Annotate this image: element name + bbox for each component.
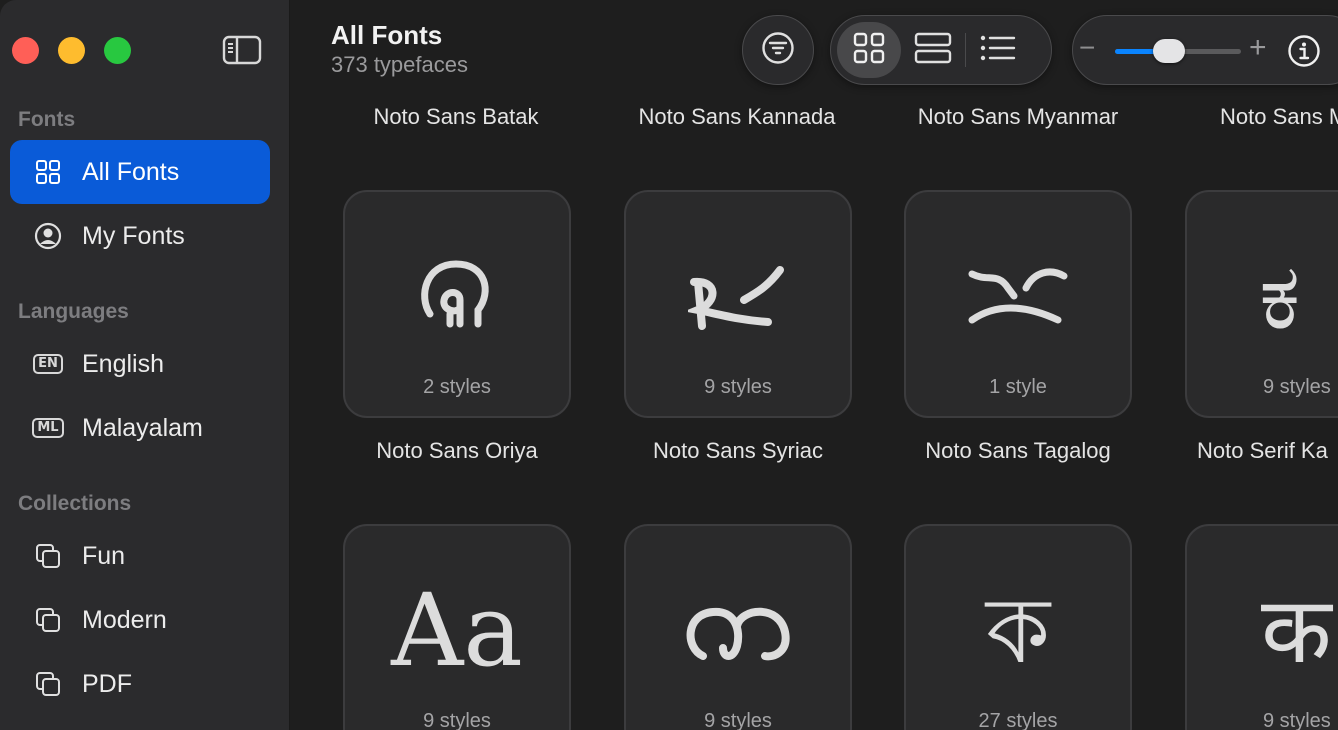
style-count: 2 styles xyxy=(423,376,491,398)
font-card-devanagari[interactable]: क 9 styles xyxy=(1185,524,1338,730)
person-circle-icon xyxy=(32,220,64,252)
style-count: 9 styles xyxy=(704,710,772,730)
font-preview-glyph xyxy=(626,242,850,352)
sidebar-item-label: Malayalam xyxy=(82,413,203,442)
typeface-count: 373 typefaces xyxy=(331,52,468,77)
font-card-malayalam[interactable]: 9 styles xyxy=(624,524,852,730)
style-count: 27 styles xyxy=(978,710,1058,730)
style-count: 9 styles xyxy=(423,710,491,730)
minimize-window-button[interactable] xyxy=(58,37,85,64)
font-name-label: Noto Sans M xyxy=(1220,104,1338,129)
sidebar-item-label: English xyxy=(82,349,164,378)
list-view-icon xyxy=(980,34,1016,67)
zoom-window-button[interactable] xyxy=(104,37,131,64)
zoom-in-button[interactable]: + xyxy=(1249,33,1267,63)
font-card-syriac[interactable]: 9 styles xyxy=(624,190,852,418)
row-view-button[interactable] xyxy=(901,22,965,78)
grid-view-button[interactable] xyxy=(837,22,901,78)
section-heading-collections: Collections xyxy=(18,492,132,515)
font-card-latin[interactable]: Aa 9 styles xyxy=(343,524,571,730)
font-card-bengali[interactable]: ক 27 styles xyxy=(904,524,1132,730)
info-button[interactable] xyxy=(1287,34,1321,73)
sidebar-item-my-fonts[interactable]: My Fonts xyxy=(10,204,270,268)
filter-icon xyxy=(761,31,795,70)
section-heading-fonts: Fonts xyxy=(18,108,76,131)
font-preview-glyph xyxy=(906,242,1130,352)
list-view-button[interactable] xyxy=(966,22,1030,78)
style-count: 9 styles xyxy=(1263,376,1331,398)
sidebar-item-label: Fun xyxy=(82,541,126,570)
zoom-slider-knob[interactable] xyxy=(1153,39,1185,63)
style-count: 9 styles xyxy=(704,376,772,398)
grid-icon xyxy=(32,156,64,188)
close-window-button[interactable] xyxy=(12,37,39,64)
view-mode-control xyxy=(830,15,1052,85)
font-name-label: Noto Sans Tagalog xyxy=(925,438,1111,463)
sidebar-item-fun[interactable]: Fun xyxy=(10,524,270,588)
sidebar-item-english[interactable]: EN English xyxy=(10,332,270,396)
font-preview-glyph: क xyxy=(1261,580,1332,682)
filter-button[interactable] xyxy=(742,15,814,85)
sidebar-toggle-icon[interactable] xyxy=(222,35,262,65)
sidebar-item-malayalam[interactable]: ML Malayalam xyxy=(10,396,270,460)
font-name-label: Noto Sans Kannada xyxy=(638,104,836,129)
window-controls xyxy=(12,37,131,64)
collection-icon xyxy=(32,540,64,572)
sidebar-item-label: My Fonts xyxy=(82,221,185,250)
zoom-slider[interactable] xyxy=(1115,39,1241,63)
font-preview-glyph: ಕ xyxy=(1259,246,1301,348)
font-preview-glyph xyxy=(626,576,850,686)
style-count: 1 style xyxy=(989,376,1047,398)
info-icon xyxy=(1287,35,1321,72)
font-grid-area: Noto Sans Batak Noto Sans Kannada Noto S… xyxy=(291,0,1338,730)
font-card-serif-kannada[interactable]: ಕ 9 styles xyxy=(1185,190,1338,418)
style-count: 9 styles xyxy=(1263,710,1331,730)
section-heading-languages: Languages xyxy=(18,300,129,323)
sidebar-item-label: All Fonts xyxy=(82,157,180,186)
font-preview-glyph: Aa xyxy=(391,572,523,689)
collection-icon xyxy=(32,604,64,636)
font-name-label: Noto Serif Ka xyxy=(1197,438,1328,463)
font-name-label: Noto Sans Myanmar xyxy=(917,104,1119,129)
sidebar-item-modern[interactable]: Modern xyxy=(10,588,270,652)
font-preview-glyph: ক xyxy=(985,580,1051,682)
sidebar: Fonts All Fonts My Fonts Languages EN En… xyxy=(0,0,290,730)
language-badge-icon: EN xyxy=(32,348,64,380)
font-name-label: Noto Sans Oriya xyxy=(376,438,538,463)
font-preview-glyph xyxy=(345,242,569,352)
language-badge-icon: ML xyxy=(32,412,64,444)
font-name-label: Noto Sans Syriac xyxy=(653,438,823,463)
font-card-oriya[interactable]: 2 styles xyxy=(343,190,571,418)
font-name-label: Noto Sans Batak xyxy=(373,104,539,129)
font-card-tagalog[interactable]: 1 style xyxy=(904,190,1132,418)
sidebar-item-all-fonts[interactable]: All Fonts xyxy=(10,140,270,204)
page-title: All Fonts xyxy=(331,20,443,50)
row-view-icon xyxy=(914,32,952,69)
sidebar-item-label: Modern xyxy=(82,605,167,634)
zoom-control: − + xyxy=(1072,15,1338,85)
zoom-out-button[interactable]: − xyxy=(1079,34,1095,62)
grid-view-icon xyxy=(853,32,885,69)
sidebar-item-pdf[interactable]: PDF xyxy=(10,652,270,716)
collection-icon xyxy=(32,668,64,700)
sidebar-item-label: PDF xyxy=(82,669,132,698)
